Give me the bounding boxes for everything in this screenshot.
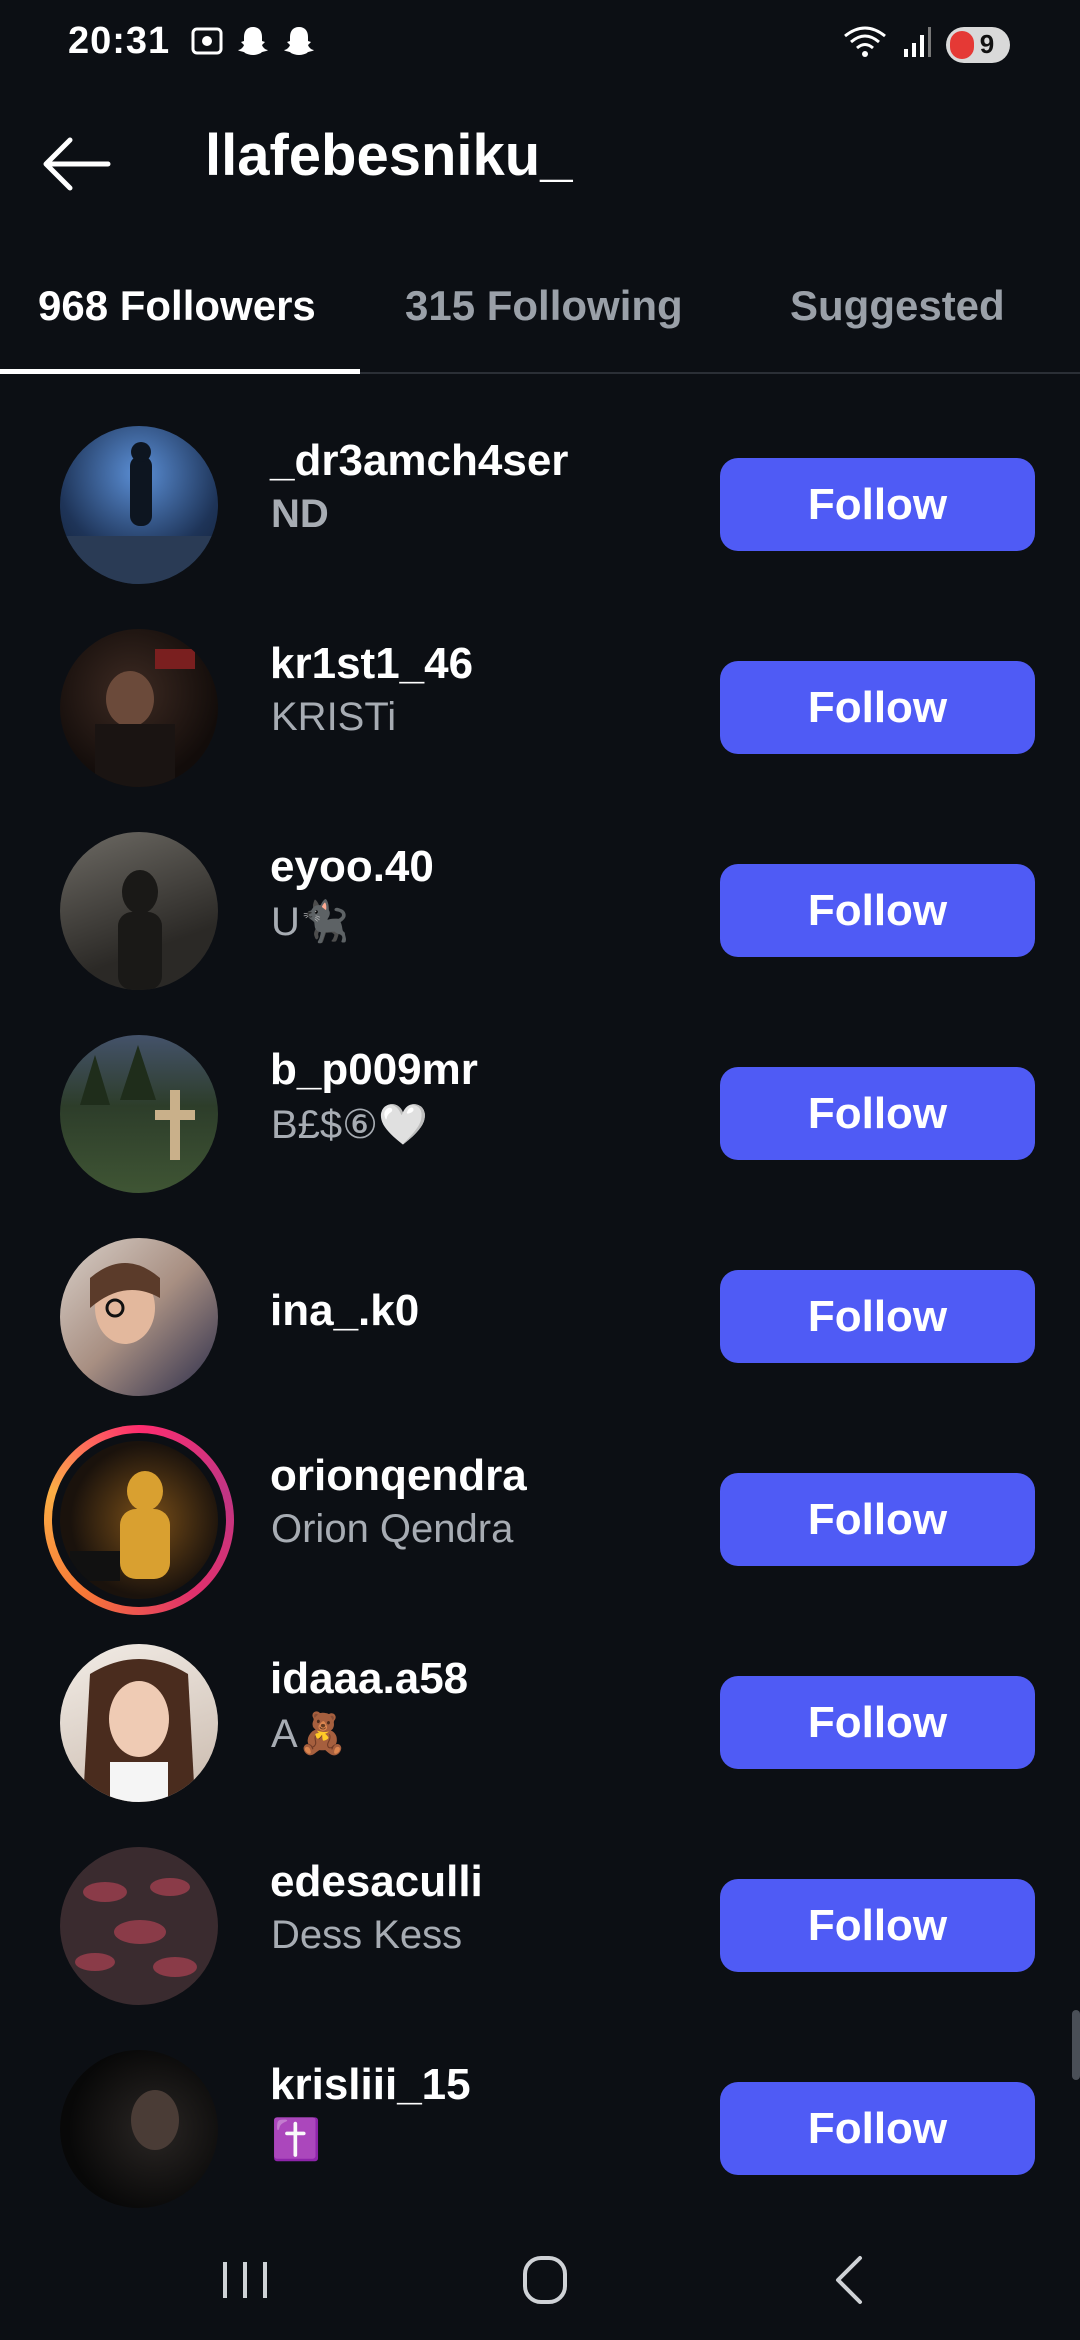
- active-tab-indicator: [0, 369, 360, 374]
- avatar[interactable]: [60, 1644, 218, 1802]
- avatar[interactable]: [60, 1847, 218, 2005]
- tab-following[interactable]: 315 Following: [405, 282, 683, 330]
- list-item[interactable]: ina_.k0 Follow: [0, 1192, 1080, 1396]
- battery-indicator: 9: [946, 26, 1010, 63]
- page-title: llafebesniku_: [205, 123, 573, 188]
- snapchat-icon: [282, 24, 316, 58]
- snapchat-icon: [236, 24, 270, 58]
- username[interactable]: _dr3amch4ser: [270, 436, 568, 486]
- status-bar: 20:31 9: [0, 0, 1080, 92]
- full-name: A🧸: [271, 1712, 348, 1756]
- recents-button[interactable]: [205, 2250, 285, 2310]
- follow-button[interactable]: Follow: [720, 1473, 1035, 1566]
- full-name: Dess Kess: [271, 1913, 463, 1957]
- tab-bar: 968 Followers 315 Following Suggested: [0, 262, 1080, 374]
- list-item[interactable]: idaaa.a58 A🧸 Follow: [0, 1598, 1080, 1802]
- avatar[interactable]: [60, 629, 218, 787]
- follow-button[interactable]: Follow: [720, 1270, 1035, 1363]
- list-item[interactable]: _dr3amch4ser ND Follow: [0, 380, 1080, 584]
- followers-list: _dr3amch4ser ND Follow kr1st1_46 KRISTi …: [0, 380, 1080, 2208]
- avatar[interactable]: [60, 2050, 218, 2208]
- list-item[interactable]: kr1st1_46 KRISTi Follow: [0, 583, 1080, 787]
- back-button[interactable]: [40, 134, 120, 194]
- full-name: ND: [271, 492, 329, 536]
- username[interactable]: ina_.k0: [270, 1286, 419, 1336]
- system-back-button[interactable]: [810, 2250, 890, 2310]
- system-icons: 9: [842, 24, 1010, 65]
- username[interactable]: edesaculli: [270, 1857, 483, 1907]
- username[interactable]: krisliii_15: [270, 2060, 471, 2110]
- status-time: 20:31: [68, 20, 171, 62]
- username[interactable]: orionqendra: [270, 1451, 527, 1501]
- notification-icons: [190, 24, 316, 58]
- avatar: [60, 1441, 218, 1599]
- follow-button[interactable]: Follow: [720, 2082, 1035, 2175]
- home-button[interactable]: [505, 2250, 585, 2310]
- tab-followers[interactable]: 968 Followers: [38, 282, 316, 330]
- username[interactable]: kr1st1_46: [270, 639, 473, 689]
- username[interactable]: b_p009mr: [270, 1045, 478, 1095]
- list-item[interactable]: eyoo.40 U🐈‍⬛ Follow: [0, 786, 1080, 990]
- follow-button[interactable]: Follow: [720, 1676, 1035, 1769]
- full-name: Orion Qendra: [271, 1507, 514, 1551]
- list-item[interactable]: edesaculli Dess Kess Follow: [0, 1801, 1080, 2005]
- scrollbar[interactable]: [1072, 2010, 1080, 2080]
- avatar[interactable]: [60, 426, 218, 584]
- follow-button[interactable]: Follow: [720, 1879, 1035, 1972]
- screenshot-icon: [190, 24, 224, 58]
- full-name: KRISTi: [271, 695, 397, 739]
- avatar[interactable]: [60, 1238, 218, 1396]
- story-ring[interactable]: [44, 1425, 234, 1615]
- follow-button[interactable]: Follow: [720, 458, 1035, 551]
- full-name: ✝️: [271, 2118, 321, 2162]
- wifi-icon: [842, 24, 888, 65]
- avatar[interactable]: [60, 1035, 218, 1193]
- list-item[interactable]: krisliii_15 ✝️ Follow: [0, 2004, 1080, 2208]
- arrow-left-icon: [43, 137, 111, 191]
- full-name: B£$⑥🤍: [271, 1103, 428, 1147]
- follow-button[interactable]: Follow: [720, 1067, 1035, 1160]
- list-item[interactable]: orionqendra Orion Qendra Follow: [0, 1395, 1080, 1615]
- follow-button[interactable]: Follow: [720, 661, 1035, 754]
- username[interactable]: eyoo.40: [270, 842, 434, 892]
- follow-button[interactable]: Follow: [720, 864, 1035, 957]
- avatar[interactable]: [60, 832, 218, 990]
- signal-icon: [902, 25, 932, 64]
- system-nav-bar: [0, 2220, 1080, 2340]
- username[interactable]: idaaa.a58: [270, 1654, 468, 1704]
- recents-icon: [223, 2262, 267, 2298]
- full-name: U🐈‍⬛: [271, 900, 350, 944]
- chevron-left-icon: [836, 2256, 862, 2304]
- header: llafebesniku_: [0, 100, 1080, 230]
- tab-suggested[interactable]: Suggested: [790, 282, 1005, 330]
- home-icon: [523, 2256, 567, 2304]
- list-item[interactable]: b_p009mr B£$⑥🤍 Follow: [0, 989, 1080, 1193]
